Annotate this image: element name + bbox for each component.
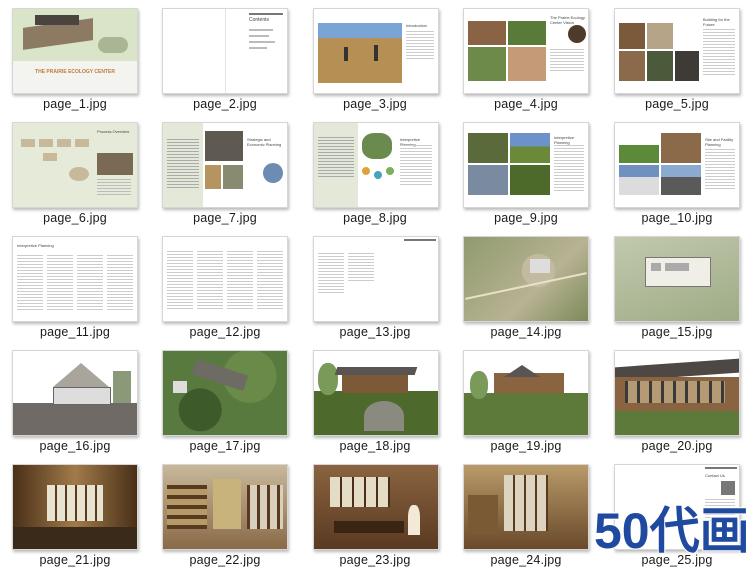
- thumbnail-page-21[interactable]: [12, 464, 138, 550]
- page-heading: Building for the Future: [703, 17, 730, 27]
- page-heading: Process Overview: [97, 129, 130, 134]
- thumbnail-page-19[interactable]: [463, 350, 589, 436]
- watermark-graphic: 50代画: [593, 502, 750, 560]
- page-heading: Contents: [249, 17, 270, 23]
- thumbnail-page-12[interactable]: [162, 236, 288, 322]
- file-name[interactable]: page_14.jpg: [451, 325, 601, 339]
- thumbnail-page-17[interactable]: [162, 350, 288, 436]
- thumbnail-page-3[interactable]: Introduction: [313, 8, 439, 94]
- file-name[interactable]: page_19.jpg: [451, 439, 601, 453]
- file-name[interactable]: page_3.jpg: [300, 97, 450, 111]
- thumbnail-page-4[interactable]: The Prairie Ecology Center Vision: [463, 8, 589, 94]
- thumbnail-page-7[interactable]: Strategic and Economic Planning: [162, 122, 288, 208]
- page-heading: Interpretive Planning: [554, 135, 575, 145]
- thumbnail-page-18[interactable]: [313, 350, 439, 436]
- watermark-text: 50代画: [594, 503, 750, 559]
- file-name[interactable]: page_24.jpg: [451, 553, 601, 567]
- thumbnail-page-13[interactable]: [313, 236, 439, 322]
- file-name[interactable]: page_7.jpg: [150, 211, 300, 225]
- thumbnail-page-20[interactable]: [614, 350, 740, 436]
- file-name[interactable]: page_13.jpg: [300, 325, 450, 339]
- cover-title: THE PRAIRIE ECOLOGY CENTER: [35, 69, 115, 75]
- file-name[interactable]: page_10.jpg: [602, 211, 750, 225]
- file-name[interactable]: page_21.jpg: [0, 553, 150, 567]
- file-name[interactable]: page_8.jpg: [300, 211, 450, 225]
- file-name[interactable]: page_6.jpg: [0, 211, 150, 225]
- thumbnail-page-2[interactable]: Contents: [162, 8, 288, 94]
- thumbnail-page-23[interactable]: [313, 464, 439, 550]
- file-name[interactable]: page_11.jpg: [0, 325, 150, 339]
- file-name[interactable]: page_16.jpg: [0, 439, 150, 453]
- thumbnail-page-15[interactable]: [614, 236, 740, 322]
- file-name[interactable]: page_5.jpg: [602, 97, 750, 111]
- page-heading: Strategic and Economic Planning: [247, 137, 282, 147]
- file-name[interactable]: page_2.jpg: [150, 97, 300, 111]
- page-heading: Interpretive Planning: [17, 243, 54, 248]
- page-heading: Site and Facility Planning: [705, 137, 734, 147]
- thumbnail-page-14[interactable]: [463, 236, 589, 322]
- thumbnail-page-16[interactable]: [12, 350, 138, 436]
- page-heading: Introduction: [406, 23, 427, 28]
- file-thumbnail-grid: THE PRAIRIE ECOLOGY CENTER page_1.jpg Co…: [0, 0, 750, 574]
- file-name[interactable]: page_4.jpg: [451, 97, 601, 111]
- file-name[interactable]: page_1.jpg: [0, 97, 150, 111]
- file-name[interactable]: page_12.jpg: [150, 325, 300, 339]
- page-heading: Contact Us: [705, 473, 725, 478]
- thumbnail-page-22[interactable]: [162, 464, 288, 550]
- thumbnail-page-11[interactable]: Interpretive Planning: [12, 236, 138, 322]
- file-name[interactable]: page_20.jpg: [602, 439, 750, 453]
- watermark-logo: 50代画: [590, 494, 750, 564]
- thumbnail-page-9[interactable]: Interpretive Planning: [463, 122, 589, 208]
- file-name[interactable]: page_9.jpg: [451, 211, 601, 225]
- thumbnail-page-8[interactable]: Interpretive Planning: [313, 122, 439, 208]
- thumbnail-page-6[interactable]: Process Overview: [12, 122, 138, 208]
- file-name[interactable]: page_17.jpg: [150, 439, 300, 453]
- thumbnail-page-1[interactable]: THE PRAIRIE ECOLOGY CENTER: [12, 8, 138, 94]
- thumbnail-page-10[interactable]: Site and Facility Planning: [614, 122, 740, 208]
- file-name[interactable]: page_22.jpg: [150, 553, 300, 567]
- file-name[interactable]: page_15.jpg: [602, 325, 750, 339]
- file-name[interactable]: page_23.jpg: [300, 553, 450, 567]
- page-heading: The Prairie Ecology Center Vision: [550, 15, 585, 25]
- thumbnail-page-24[interactable]: [463, 464, 589, 550]
- thumbnail-page-5[interactable]: Building for the Future: [614, 8, 740, 94]
- file-name[interactable]: page_18.jpg: [300, 439, 450, 453]
